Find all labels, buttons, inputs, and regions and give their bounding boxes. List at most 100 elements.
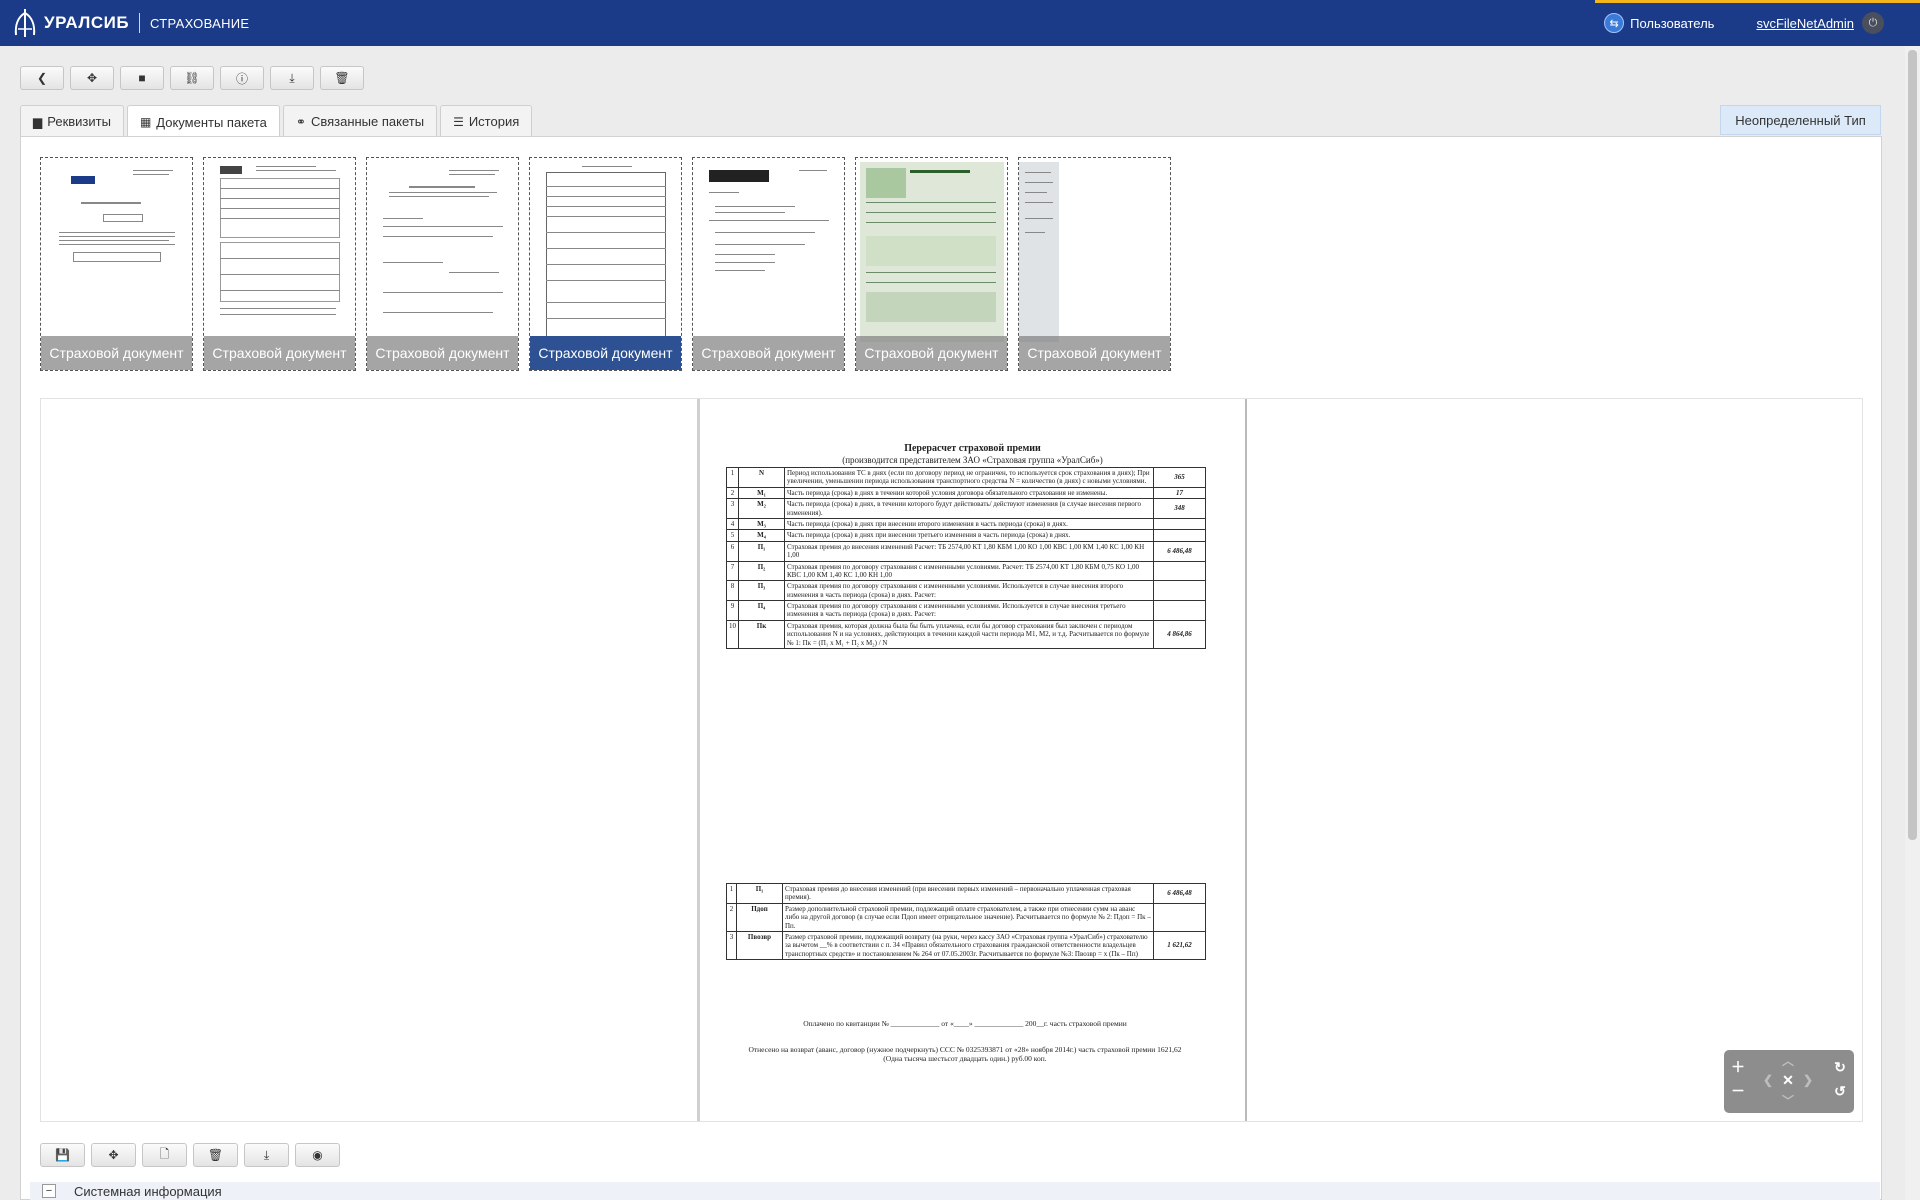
- system-info-section[interactable]: − Системная информация: [30, 1182, 1880, 1200]
- table-cell: 365: [1153, 467, 1206, 488]
- table-cell: Страховая премия до внесения изменений (…: [782, 883, 1154, 904]
- tab-label: История: [468, 114, 520, 129]
- pan-down-icon[interactable]: ﹀: [1780, 1092, 1796, 1108]
- brand-section: СТРАХОВАНИЕ: [150, 15, 250, 31]
- tab-related-packages[interactable]: ⚭ Связанные пакеты: [282, 105, 438, 137]
- fit-icon[interactable]: ✕: [1780, 1072, 1796, 1088]
- brand-name: УРАЛСИБ: [44, 13, 130, 32]
- thumbnail-caption: Страховой документ: [367, 336, 518, 370]
- info-icon: ⓘ: [235, 71, 248, 86]
- thumbnail-caption: Страховой документ: [41, 336, 192, 370]
- zoom-in-icon[interactable]: ＋: [1730, 1059, 1746, 1075]
- thumbnail-preview: [860, 162, 1004, 342]
- table-cell: Пдоп: [736, 902, 783, 932]
- save-icon: 💾: [55, 1148, 70, 1162]
- new-document-icon: 🗋: [159, 1146, 170, 1161]
- role-label[interactable]: Пользователь: [1630, 16, 1714, 31]
- move-icon: ✥: [108, 1148, 119, 1162]
- table-cell: П₁: [738, 540, 785, 562]
- thumbnail-preview: [379, 162, 507, 342]
- trash-icon: 🗑: [207, 1148, 224, 1162]
- link-button[interactable]: ⛓: [170, 66, 214, 90]
- document-thumbnail[interactable]: Страховой документ: [366, 157, 519, 371]
- tab-requisites[interactable]: ▆ Реквизиты: [20, 105, 124, 137]
- page-scrollbar[interactable]: [1905, 46, 1920, 1200]
- new-document-button[interactable]: 🗋: [142, 1143, 187, 1167]
- folder-button[interactable]: ■: [120, 66, 164, 90]
- table-cell: [1153, 902, 1206, 932]
- uralsib-logo-icon: [14, 9, 36, 37]
- document-thumbnail[interactable]: Страховой документ: [40, 157, 193, 371]
- document-type-badge: Неопределенный Тип: [1720, 105, 1881, 135]
- thumbnail-caption: Страховой документ: [530, 336, 681, 370]
- table-cell: M₃: [738, 517, 785, 531]
- document-thumbnail[interactable]: Страховой документ: [855, 157, 1008, 371]
- collapse-icon[interactable]: −: [42, 1184, 56, 1198]
- table-cell: 1: [726, 883, 737, 904]
- table-cell: Страховая премия по договору страхования…: [784, 560, 1154, 582]
- document-thumbnail[interactable]: Страховой документ: [1018, 157, 1171, 371]
- pan-up-icon[interactable]: ︿: [1780, 1052, 1796, 1068]
- back-icon: ❮: [36, 71, 48, 85]
- table-cell: 6 486,48: [1153, 883, 1206, 904]
- thumbnail-preview: [216, 162, 344, 342]
- download-button[interactable]: ⤓: [270, 66, 314, 90]
- pan-right-icon[interactable]: ❯: [1800, 1072, 1816, 1088]
- preview-button[interactable]: ◉: [295, 1143, 340, 1167]
- delete-button[interactable]: 🗑: [320, 66, 364, 90]
- tab-history[interactable]: ☰ История: [440, 105, 533, 137]
- thumbnail-caption: Страховой документ: [1019, 336, 1170, 370]
- table-cell: 10: [726, 619, 739, 650]
- table-cell: 9: [726, 600, 739, 621]
- rotate-left-icon[interactable]: ↺: [1832, 1083, 1848, 1099]
- pan-left-icon[interactable]: ❮: [1760, 1072, 1776, 1088]
- rotate-right-icon[interactable]: ↻: [1832, 1059, 1848, 1075]
- thumbnail-strip: Страховой документ Страховой документ Ст…: [40, 157, 1171, 371]
- save-button[interactable]: 💾: [40, 1143, 85, 1167]
- back-button[interactable]: ❮: [20, 66, 64, 90]
- info-button[interactable]: ⓘ: [220, 66, 264, 90]
- link-icon: ⚭: [295, 114, 306, 129]
- table-cell: 2: [726, 902, 737, 932]
- document-thumbnail[interactable]: Страховой документ: [203, 157, 356, 371]
- document-thumbnail[interactable]: Страховой документ: [692, 157, 845, 371]
- table-cell: 6 486,48: [1153, 540, 1206, 562]
- zoom-out-icon[interactable]: －: [1730, 1083, 1746, 1099]
- delete-button[interactable]: 🗑: [193, 1143, 238, 1167]
- tab-label: Документы пакета: [156, 114, 267, 130]
- table-cell: N: [738, 467, 785, 488]
- table-cell: Страховая премия до внесения изменений Р…: [784, 540, 1154, 562]
- table-cell: 3: [726, 498, 739, 519]
- zoom-controls: ＋ － ︿ ❮ ✕ ❯ ﹀ ↻ ↺: [1724, 1050, 1854, 1113]
- table-cell: Часть периода (срока) в днях при внесени…: [784, 517, 1154, 531]
- download-icon: ⤓: [289, 70, 295, 85]
- document-toolbar: ❮ ✥ ■ ⛓ ⓘ ⤓ 🗑: [20, 66, 364, 90]
- header-accent: [1595, 0, 1920, 3]
- tab-label: Связанные пакеты: [310, 114, 425, 129]
- table-cell: Страховая премия, которая должна была бы…: [784, 619, 1154, 650]
- document-viewer[interactable]: Перерасчет страховой премии (производитс…: [40, 398, 1863, 1122]
- tab-package-documents[interactable]: ▦ Документы пакета: [126, 105, 280, 138]
- table-cell: Размер страховой премии, подлежащий возв…: [782, 930, 1154, 961]
- table-cell: 6: [726, 540, 739, 562]
- thumbnail-caption: Страховой документ: [204, 336, 355, 370]
- logout-icon[interactable]: ⏻: [1862, 12, 1884, 34]
- switch-role-icon[interactable]: ⇆: [1604, 13, 1625, 33]
- document-title: Перерасчет страховой премии: [904, 443, 1041, 454]
- thumbnail-caption: Страховой документ: [856, 336, 1007, 370]
- table-cell: 4: [726, 517, 739, 531]
- download-button[interactable]: ⤓: [244, 1143, 289, 1167]
- viewer-toolbar: 💾 ✥ 🗋 🗑 ⤓ ◉: [40, 1143, 340, 1167]
- table-row: 8 П₃ Страховая премия по договору страхова…: [726, 580, 1206, 602]
- app-logo[interactable]: УРАЛСИБ СТРАХОВАНИЕ: [12, 7, 249, 39]
- move-icon: ✥: [86, 71, 98, 85]
- table-cell: 5: [726, 529, 739, 542]
- move-button[interactable]: ✥: [91, 1143, 136, 1167]
- document-thumbnail-selected[interactable]: Страховой документ: [529, 157, 682, 371]
- table-cell: 4 864,86: [1153, 619, 1206, 650]
- thumbnail-preview: [1019, 162, 1059, 342]
- document-subtitle: (производится представителем ЗАО «Страхо…: [842, 455, 1103, 465]
- scrollbar-thumb[interactable]: [1908, 50, 1917, 840]
- username-link[interactable]: svcFileNetAdmin: [1756, 16, 1854, 31]
- move-button[interactable]: ✥: [70, 66, 114, 90]
